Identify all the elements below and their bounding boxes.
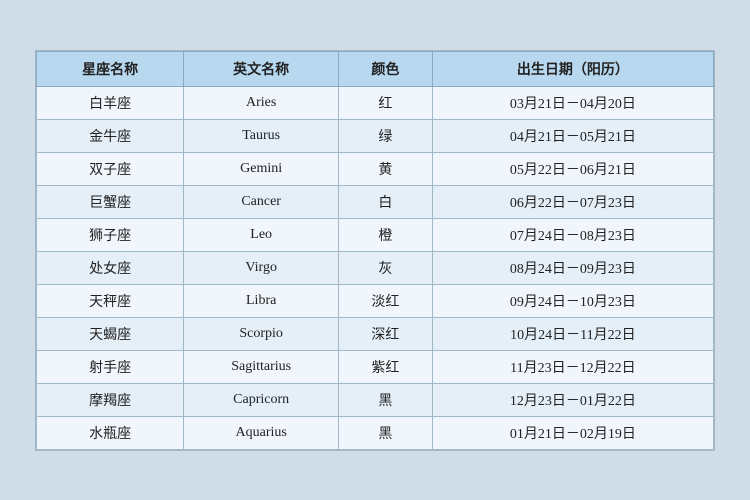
- cell-english-name: Cancer: [184, 185, 339, 218]
- cell-color: 深红: [339, 317, 433, 350]
- cell-color: 白: [339, 185, 433, 218]
- cell-dates: 01月21日－02月19日: [432, 416, 713, 449]
- zodiac-table-container: 星座名称 英文名称 颜色 出生日期（阳历） 白羊座Aries红03月21日－04…: [35, 50, 715, 451]
- cell-english-name: Taurus: [184, 119, 339, 152]
- table-body: 白羊座Aries红03月21日－04月20日金牛座Taurus绿04月21日－0…: [37, 86, 714, 449]
- cell-dates: 04月21日－05月21日: [432, 119, 713, 152]
- cell-dates: 12月23日－01月22日: [432, 383, 713, 416]
- cell-chinese-name: 金牛座: [37, 119, 184, 152]
- cell-english-name: Leo: [184, 218, 339, 251]
- table-row: 摩羯座Capricorn黑12月23日－01月22日: [37, 383, 714, 416]
- cell-chinese-name: 天秤座: [37, 284, 184, 317]
- cell-chinese-name: 狮子座: [37, 218, 184, 251]
- cell-chinese-name: 白羊座: [37, 86, 184, 119]
- cell-english-name: Virgo: [184, 251, 339, 284]
- cell-color: 黑: [339, 416, 433, 449]
- cell-color: 淡红: [339, 284, 433, 317]
- header-chinese-name: 星座名称: [37, 51, 184, 86]
- cell-english-name: Aries: [184, 86, 339, 119]
- cell-color: 红: [339, 86, 433, 119]
- cell-dates: 05月22日－06月21日: [432, 152, 713, 185]
- table-row: 天秤座Libra淡红09月24日－10月23日: [37, 284, 714, 317]
- cell-english-name: Sagittarius: [184, 350, 339, 383]
- table-row: 白羊座Aries红03月21日－04月20日: [37, 86, 714, 119]
- cell-dates: 03月21日－04月20日: [432, 86, 713, 119]
- table-row: 天蝎座Scorpio深红10月24日－11月22日: [37, 317, 714, 350]
- cell-english-name: Libra: [184, 284, 339, 317]
- header-english-name: 英文名称: [184, 51, 339, 86]
- cell-english-name: Capricorn: [184, 383, 339, 416]
- cell-chinese-name: 摩羯座: [37, 383, 184, 416]
- cell-chinese-name: 天蝎座: [37, 317, 184, 350]
- zodiac-table: 星座名称 英文名称 颜色 出生日期（阳历） 白羊座Aries红03月21日－04…: [36, 51, 714, 450]
- cell-color: 橙: [339, 218, 433, 251]
- cell-dates: 07月24日－08月23日: [432, 218, 713, 251]
- cell-color: 紫红: [339, 350, 433, 383]
- table-row: 金牛座Taurus绿04月21日－05月21日: [37, 119, 714, 152]
- cell-color: 绿: [339, 119, 433, 152]
- table-row: 处女座Virgo灰08月24日－09月23日: [37, 251, 714, 284]
- cell-color: 灰: [339, 251, 433, 284]
- table-row: 水瓶座Aquarius黑01月21日－02月19日: [37, 416, 714, 449]
- cell-english-name: Aquarius: [184, 416, 339, 449]
- cell-dates: 06月22日－07月23日: [432, 185, 713, 218]
- header-color: 颜色: [339, 51, 433, 86]
- table-header-row: 星座名称 英文名称 颜色 出生日期（阳历）: [37, 51, 714, 86]
- cell-english-name: Scorpio: [184, 317, 339, 350]
- cell-chinese-name: 双子座: [37, 152, 184, 185]
- header-dates: 出生日期（阳历）: [432, 51, 713, 86]
- cell-chinese-name: 巨蟹座: [37, 185, 184, 218]
- table-row: 双子座Gemini黄05月22日－06月21日: [37, 152, 714, 185]
- cell-color: 黄: [339, 152, 433, 185]
- cell-dates: 08月24日－09月23日: [432, 251, 713, 284]
- cell-dates: 11月23日－12月22日: [432, 350, 713, 383]
- cell-dates: 10月24日－11月22日: [432, 317, 713, 350]
- cell-chinese-name: 水瓶座: [37, 416, 184, 449]
- cell-dates: 09月24日－10月23日: [432, 284, 713, 317]
- cell-color: 黑: [339, 383, 433, 416]
- table-row: 巨蟹座Cancer白06月22日－07月23日: [37, 185, 714, 218]
- cell-chinese-name: 处女座: [37, 251, 184, 284]
- table-row: 射手座Sagittarius紫红11月23日－12月22日: [37, 350, 714, 383]
- table-row: 狮子座Leo橙07月24日－08月23日: [37, 218, 714, 251]
- cell-chinese-name: 射手座: [37, 350, 184, 383]
- cell-english-name: Gemini: [184, 152, 339, 185]
